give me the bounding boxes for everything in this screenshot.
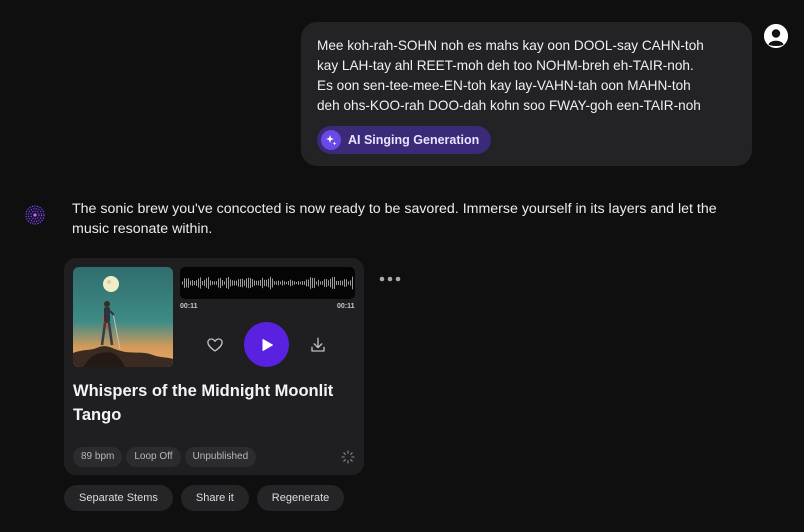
play-button[interactable] [244,322,289,367]
song-tags: 89 bpm Loop Off Unpublished [73,447,257,467]
download-button[interactable] [307,334,329,356]
chat-page: Mee koh-rah-SOHN noh es mahs kay oon DOO… [0,0,804,532]
like-button[interactable] [204,334,226,356]
assistant-avatar [24,204,46,226]
assistant-message-text: The sonic brew you've concocted is now r… [72,201,717,237]
more-options-button[interactable] [376,268,406,290]
heart-icon [207,338,223,352]
current-time: 00:11 [180,303,198,310]
user-message-bubble: Mee koh-rah-SOHN noh es mahs kay oon DOO… [301,22,752,166]
song-title: Whispers of the Midnight Moonlit Tango [73,382,334,424]
loading-spinner-icon [341,450,355,464]
regenerate-button[interactable]: Regenerate [256,485,345,511]
separate-stems-button[interactable]: Separate Stems [64,485,173,511]
publish-status-tag[interactable]: Unpublished [184,447,257,467]
song-cover-art[interactable] [73,267,173,367]
download-icon [311,337,325,352]
song-card: 00:11 00:11 Whispers of the Midnight Moo… [64,258,364,475]
sparkle-icon [321,130,341,150]
total-time: 00:11 [337,303,355,310]
user-silhouette-icon [764,24,788,48]
ai-chip-label: AI Singing Generation [348,133,480,147]
song-actions: Separate Stems Share it Regenerate [64,485,345,511]
play-icon [262,338,273,351]
bpm-tag: 89 bpm [73,447,123,467]
user-avatar[interactable] [764,24,788,48]
ai-singing-generation-chip[interactable]: AI Singing Generation [317,126,492,154]
user-message-text: Mee koh-rah-SOHN noh es mahs kay oon DOO… [317,38,704,113]
ellipsis-icon [379,276,401,282]
waveform[interactable] [180,267,355,299]
loop-tag[interactable]: Loop Off [126,447,181,467]
share-button[interactable]: Share it [180,485,249,511]
